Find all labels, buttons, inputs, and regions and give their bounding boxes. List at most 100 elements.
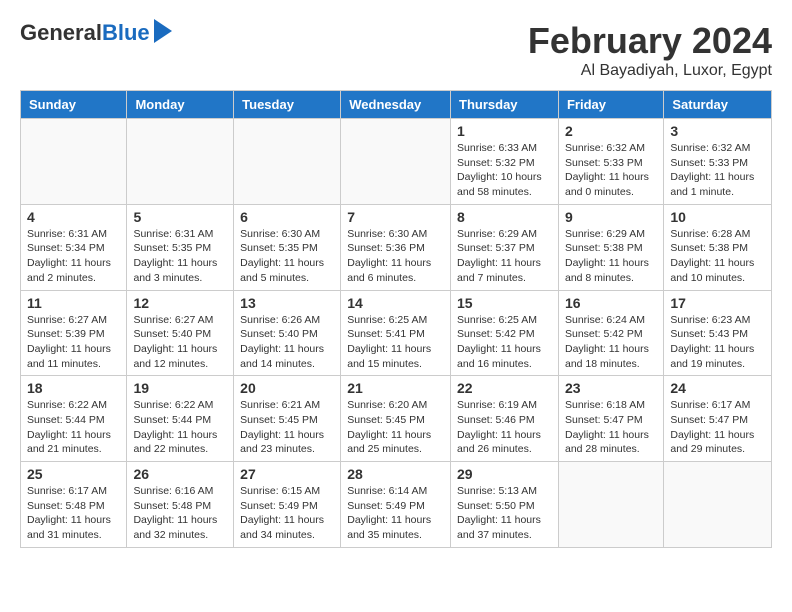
calendar-cell: 25 Sunrise: 6:17 AM Sunset: 5:48 PM Dayli…	[21, 462, 127, 548]
day-number: 23	[565, 380, 657, 396]
day-number: 28	[347, 466, 444, 482]
day-info: Sunrise: 6:19 AM Sunset: 5:46 PM Dayligh…	[457, 398, 552, 457]
day-info: Sunrise: 6:26 AM Sunset: 5:40 PM Dayligh…	[240, 313, 334, 372]
day-info: Sunrise: 6:33 AM Sunset: 5:32 PM Dayligh…	[457, 141, 552, 200]
calendar-cell: 8 Sunrise: 6:29 AM Sunset: 5:37 PM Daylig…	[451, 204, 559, 290]
logo-arrow-icon	[154, 19, 172, 43]
day-number: 19	[133, 380, 227, 396]
weekday-header-row: SundayMondayTuesdayWednesdayThursdayFrid…	[21, 91, 772, 119]
day-number: 11	[27, 295, 120, 311]
calendar-cell: 18 Sunrise: 6:22 AM Sunset: 5:44 PM Dayli…	[21, 376, 127, 462]
day-info: Sunrise: 6:22 AM Sunset: 5:44 PM Dayligh…	[27, 398, 120, 457]
day-info: Sunrise: 6:32 AM Sunset: 5:33 PM Dayligh…	[565, 141, 657, 200]
logo: General Blue	[20, 20, 172, 46]
day-info: Sunrise: 6:18 AM Sunset: 5:47 PM Dayligh…	[565, 398, 657, 457]
month-year-title: February 2024	[528, 20, 772, 62]
calendar-cell: 12 Sunrise: 6:27 AM Sunset: 5:40 PM Dayli…	[127, 290, 234, 376]
day-info: Sunrise: 6:32 AM Sunset: 5:33 PM Dayligh…	[670, 141, 765, 200]
calendar-cell	[21, 119, 127, 205]
day-number: 6	[240, 209, 334, 225]
logo-general-text: General	[20, 20, 102, 46]
calendar-cell: 11 Sunrise: 6:27 AM Sunset: 5:39 PM Dayli…	[21, 290, 127, 376]
calendar-cell: 21 Sunrise: 6:20 AM Sunset: 5:45 PM Dayli…	[341, 376, 451, 462]
day-number: 26	[133, 466, 227, 482]
day-number: 15	[457, 295, 552, 311]
day-info: Sunrise: 6:22 AM Sunset: 5:44 PM Dayligh…	[133, 398, 227, 457]
day-info: Sunrise: 6:28 AM Sunset: 5:38 PM Dayligh…	[670, 227, 765, 286]
calendar-cell	[341, 119, 451, 205]
day-info: Sunrise: 6:30 AM Sunset: 5:35 PM Dayligh…	[240, 227, 334, 286]
day-info: Sunrise: 6:16 AM Sunset: 5:48 PM Dayligh…	[133, 484, 227, 543]
day-info: Sunrise: 6:25 AM Sunset: 5:42 PM Dayligh…	[457, 313, 552, 372]
day-number: 21	[347, 380, 444, 396]
calendar-cell	[664, 462, 772, 548]
calendar-week-4: 18 Sunrise: 6:22 AM Sunset: 5:44 PM Dayli…	[21, 376, 772, 462]
calendar-cell	[127, 119, 234, 205]
day-number: 13	[240, 295, 334, 311]
day-number: 12	[133, 295, 227, 311]
calendar-week-3: 11 Sunrise: 6:27 AM Sunset: 5:39 PM Dayli…	[21, 290, 772, 376]
calendar-cell: 5 Sunrise: 6:31 AM Sunset: 5:35 PM Daylig…	[127, 204, 234, 290]
calendar-cell: 19 Sunrise: 6:22 AM Sunset: 5:44 PM Dayli…	[127, 376, 234, 462]
page-header: General Blue February 2024 Al Bayadiyah,…	[20, 20, 772, 80]
calendar-week-2: 4 Sunrise: 6:31 AM Sunset: 5:34 PM Daylig…	[21, 204, 772, 290]
day-info: Sunrise: 6:15 AM Sunset: 5:49 PM Dayligh…	[240, 484, 334, 543]
day-info: Sunrise: 6:29 AM Sunset: 5:38 PM Dayligh…	[565, 227, 657, 286]
day-number: 25	[27, 466, 120, 482]
calendar-week-5: 25 Sunrise: 6:17 AM Sunset: 5:48 PM Dayli…	[21, 462, 772, 548]
day-number: 27	[240, 466, 334, 482]
calendar-cell: 2 Sunrise: 6:32 AM Sunset: 5:33 PM Daylig…	[558, 119, 663, 205]
calendar-cell: 29Sunrise: 5:13 AM Sunset: 5:50 PM Dayli…	[451, 462, 559, 548]
weekday-header-sunday: Sunday	[21, 91, 127, 119]
day-number: 18	[27, 380, 120, 396]
weekday-header-tuesday: Tuesday	[234, 91, 341, 119]
day-number: 8	[457, 209, 552, 225]
calendar-cell: 13 Sunrise: 6:26 AM Sunset: 5:40 PM Dayli…	[234, 290, 341, 376]
location-subtitle: Al Bayadiyah, Luxor, Egypt	[528, 62, 772, 80]
day-number: 5	[133, 209, 227, 225]
day-info: Sunrise: 6:17 AM Sunset: 5:48 PM Dayligh…	[27, 484, 120, 543]
calendar-cell: 22 Sunrise: 6:19 AM Sunset: 5:46 PM Dayli…	[451, 376, 559, 462]
calendar-cell: 1 Sunrise: 6:33 AM Sunset: 5:32 PM Daylig…	[451, 119, 559, 205]
weekday-header-friday: Friday	[558, 91, 663, 119]
weekday-header-monday: Monday	[127, 91, 234, 119]
day-info: Sunrise: 6:31 AM Sunset: 5:34 PM Dayligh…	[27, 227, 120, 286]
calendar-cell: 24 Sunrise: 6:17 AM Sunset: 5:47 PM Dayli…	[664, 376, 772, 462]
day-info: Sunrise: 6:27 AM Sunset: 5:39 PM Dayligh…	[27, 313, 120, 372]
day-number: 10	[670, 209, 765, 225]
day-info: Sunrise: 6:17 AM Sunset: 5:47 PM Dayligh…	[670, 398, 765, 457]
day-number: 9	[565, 209, 657, 225]
day-number: 4	[27, 209, 120, 225]
calendar-cell: 14 Sunrise: 6:25 AM Sunset: 5:41 PM Dayli…	[341, 290, 451, 376]
calendar-table: SundayMondayTuesdayWednesdayThursdayFrid…	[20, 90, 772, 548]
day-info: Sunrise: 6:25 AM Sunset: 5:41 PM Dayligh…	[347, 313, 444, 372]
calendar-cell	[558, 462, 663, 548]
calendar-week-1: 1 Sunrise: 6:33 AM Sunset: 5:32 PM Daylig…	[21, 119, 772, 205]
calendar-cell: 27 Sunrise: 6:15 AM Sunset: 5:49 PM Dayli…	[234, 462, 341, 548]
day-info: Sunrise: 6:27 AM Sunset: 5:40 PM Dayligh…	[133, 313, 227, 372]
day-number: 17	[670, 295, 765, 311]
title-section: February 2024 Al Bayadiyah, Luxor, Egypt	[528, 20, 772, 80]
calendar-cell: 7 Sunrise: 6:30 AM Sunset: 5:36 PM Daylig…	[341, 204, 451, 290]
calendar-cell: 26 Sunrise: 6:16 AM Sunset: 5:48 PM Dayli…	[127, 462, 234, 548]
weekday-header-wednesday: Wednesday	[341, 91, 451, 119]
day-info: Sunrise: 6:23 AM Sunset: 5:43 PM Dayligh…	[670, 313, 765, 372]
day-number: 7	[347, 209, 444, 225]
day-info: Sunrise: 6:24 AM Sunset: 5:42 PM Dayligh…	[565, 313, 657, 372]
day-number: 14	[347, 295, 444, 311]
day-info: Sunrise: 6:30 AM Sunset: 5:36 PM Dayligh…	[347, 227, 444, 286]
day-info: Sunrise: 6:29 AM Sunset: 5:37 PM Dayligh…	[457, 227, 552, 286]
day-info: Sunrise: 5:13 AM Sunset: 5:50 PM Dayligh…	[457, 484, 552, 543]
calendar-cell: 17 Sunrise: 6:23 AM Sunset: 5:43 PM Dayli…	[664, 290, 772, 376]
day-number: 2	[565, 123, 657, 139]
day-info: Sunrise: 6:14 AM Sunset: 5:49 PM Dayligh…	[347, 484, 444, 543]
day-number: 24	[670, 380, 765, 396]
calendar-cell: 3 Sunrise: 6:32 AM Sunset: 5:33 PM Daylig…	[664, 119, 772, 205]
day-number: 1	[457, 123, 552, 139]
day-info: Sunrise: 6:20 AM Sunset: 5:45 PM Dayligh…	[347, 398, 444, 457]
day-number: 22	[457, 380, 552, 396]
calendar-cell: 20Sunrise: 6:21 AM Sunset: 5:45 PM Dayli…	[234, 376, 341, 462]
day-info: Sunrise: 6:31 AM Sunset: 5:35 PM Dayligh…	[133, 227, 227, 286]
day-number: 3	[670, 123, 765, 139]
weekday-header-thursday: Thursday	[451, 91, 559, 119]
